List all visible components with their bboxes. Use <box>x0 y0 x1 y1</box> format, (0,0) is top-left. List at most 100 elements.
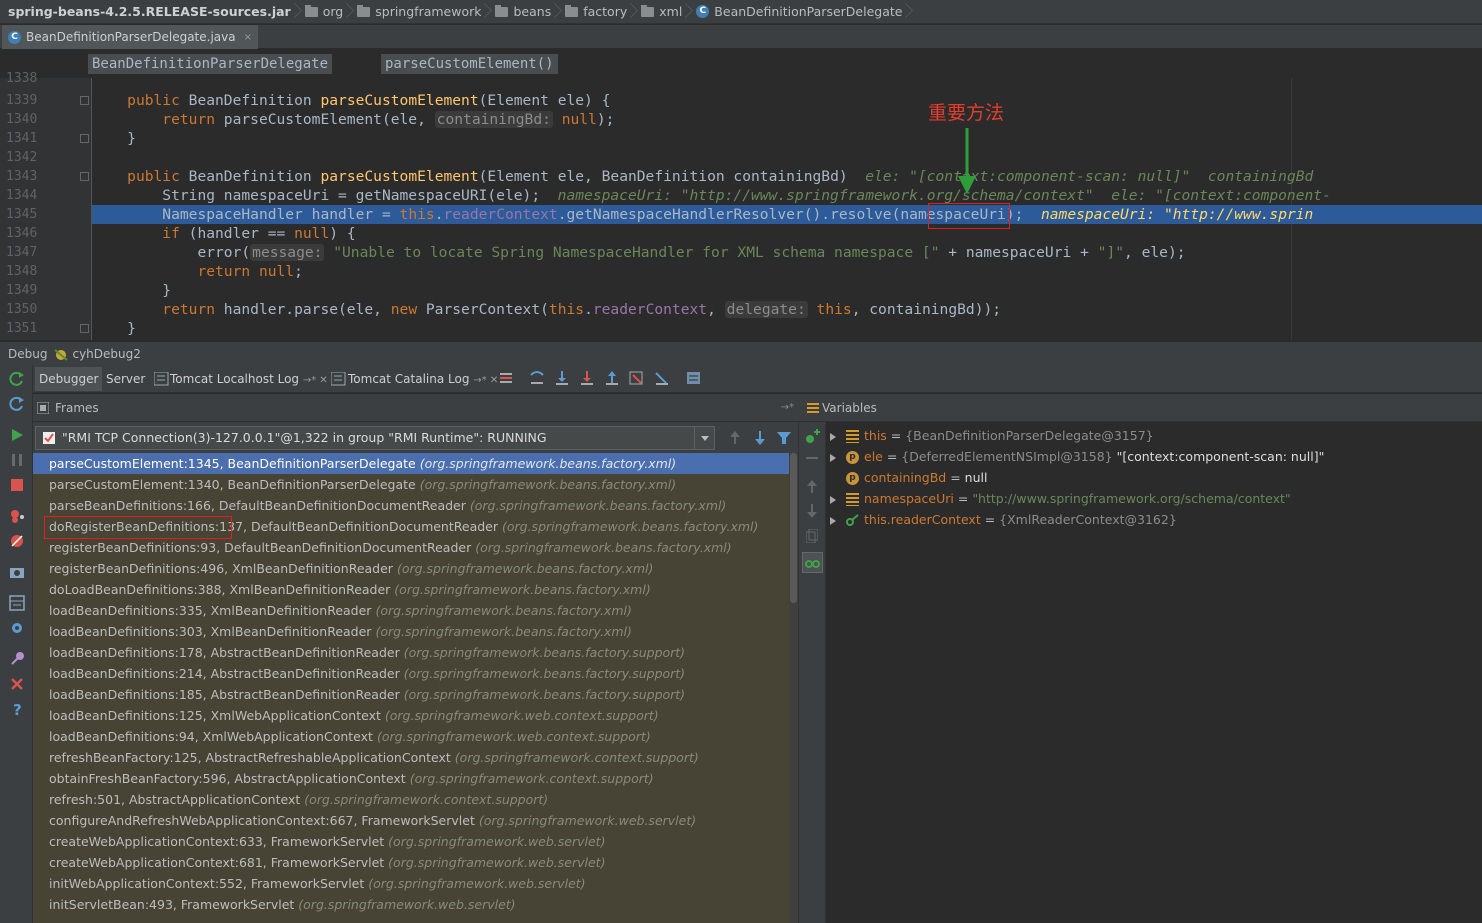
frames-scrollbar[interactable] <box>789 453 798 923</box>
chevron-down-icon[interactable] <box>694 427 714 449</box>
line-number: 1340 <box>6 112 38 127</box>
breadcrumb-org[interactable]: org <box>299 0 352 23</box>
breadcrumb-xml[interactable]: xml <box>635 0 690 23</box>
fold-icon[interactable] <box>80 96 89 105</box>
force-step-into-icon[interactable] <box>579 371 595 385</box>
evaluate-expression-icon[interactable] <box>686 371 702 385</box>
thread-selector[interactable]: "RMI TCP Connection(3)-127.0.0.1"@1,322 … <box>35 426 715 450</box>
resume-icon[interactable] <box>9 427 25 443</box>
arrow-down-icon[interactable] <box>753 431 767 445</box>
tab-tomcat-localhost-log[interactable]: Tomcat Localhost Log →* ✕ <box>150 367 332 391</box>
frames-header: Frames →* <box>33 394 798 422</box>
frame-row[interactable]: refreshBeanFactory:125, AbstractRefresha… <box>33 747 789 768</box>
help-icon[interactable]: ? <box>9 701 25 717</box>
filter-icon[interactable] <box>777 431 791 445</box>
expand-icon[interactable] <box>830 432 836 441</box>
folder-icon <box>357 4 371 17</box>
stop-icon[interactable] <box>9 477 25 493</box>
fold-icon[interactable] <box>80 134 89 143</box>
code-area[interactable]: public BeanDefinition parseCustomElement… <box>92 78 1482 340</box>
variable-row[interactable]: this = {BeanDefinitionParserDelegate@315… <box>826 425 1154 446</box>
drop-frame-icon[interactable] <box>629 371 645 385</box>
remove-watch-icon[interactable] <box>806 456 818 460</box>
pause-icon[interactable] <box>9 452 25 468</box>
frame-row[interactable]: loadBeanDefinitions:125, XmlWebApplicati… <box>33 705 789 726</box>
step-into-icon[interactable] <box>554 371 570 385</box>
class-icon: C <box>696 5 710 18</box>
thread-suspended-icon <box>43 432 55 444</box>
frame-row[interactable]: refresh:501, AbstractApplicationContext … <box>33 789 789 810</box>
frame-row[interactable]: registerBeanDefinitions:93, DefaultBeanD… <box>33 537 789 558</box>
frame-row[interactable]: parseCustomElement:1340, BeanDefinitionP… <box>33 474 789 495</box>
log-icon <box>331 372 346 386</box>
tab-debugger[interactable]: Debugger <box>35 367 103 391</box>
frame-row[interactable]: loadBeanDefinitions:214, AbstractBeanDef… <box>33 663 789 684</box>
frame-row[interactable]: initWebApplicationContext:552, Framework… <box>33 873 789 894</box>
hide-icon[interactable]: →* <box>781 394 794 422</box>
arrow-down-icon[interactable] <box>806 504 818 518</box>
variable-row[interactable]: this.readerContext = {XmlReaderContext@3… <box>826 509 1177 530</box>
editor-breadcrumb: BeanDefinitionParserDelegate parseCustom… <box>0 50 1482 78</box>
arrow-up-icon[interactable] <box>728 431 742 445</box>
arrow-up-icon[interactable] <box>806 480 818 494</box>
variable-row[interactable]: p containingBd = null <box>826 467 987 488</box>
code-editor[interactable]: BeanDefinitionParserDelegate parseCustom… <box>0 50 1482 340</box>
frame-row[interactable]: loadBeanDefinitions:335, XmlBeanDefiniti… <box>33 600 789 621</box>
frame-row[interactable]: loadBeanDefinitions:303, XmlBeanDefiniti… <box>33 621 789 642</box>
tab-server[interactable]: Server <box>102 367 149 391</box>
folder-icon <box>565 4 579 17</box>
rerun-icon[interactable] <box>9 371 25 387</box>
mute-breakpoints-icon[interactable] <box>9 533 25 549</box>
close-icon[interactable] <box>9 676 25 692</box>
close-icon[interactable]: × <box>244 32 252 43</box>
scrollbar-thumb[interactable] <box>790 453 797 603</box>
frame-row[interactable]: loadBeanDefinitions:94, XmlWebApplicatio… <box>33 726 789 747</box>
field-icon <box>846 493 859 506</box>
variable-row[interactable]: namespaceUri = "http://www.springframewo… <box>826 488 1291 509</box>
step-over-icon[interactable] <box>529 371 545 385</box>
expand-icon[interactable] <box>830 495 836 504</box>
frame-row[interactable]: createWebApplicationContext:681, Framewo… <box>33 852 789 873</box>
frame-row[interactable]: parseBeanDefinitions:166, DefaultBeanDef… <box>33 495 789 516</box>
frame-row[interactable]: doLoadBeanDefinitions:388, XmlBeanDefini… <box>33 579 789 600</box>
code-line-1344: String namespaceUri = getNamespaceURI(el… <box>162 187 1331 204</box>
frame-row[interactable]: registerBeanDefinitions:496, XmlBeanDefi… <box>33 558 789 579</box>
variable-row[interactable]: p ele = {DeferredElementNSImpl@3158} "[co… <box>826 446 1324 467</box>
breadcrumb-springframework[interactable]: springframework <box>351 0 489 23</box>
add-watch-icon[interactable] <box>804 429 820 445</box>
frame-row[interactable]: loadBeanDefinitions:178, AbstractBeanDef… <box>33 642 789 663</box>
refresh-icon[interactable] <box>9 396 25 412</box>
expand-icon[interactable] <box>830 453 836 462</box>
frame-row[interactable]: initServletBean:493, FrameworkServlet (o… <box>33 894 789 915</box>
tab-file[interactable]: C BeanDefinitionParserDelegate.java × <box>2 25 258 49</box>
breadcrumb-beans[interactable]: beans <box>489 0 559 23</box>
breadcrumb-jar[interactable]: spring-beans-4.2.5.RELEASE-sources.jar <box>0 0 299 23</box>
copy-icon[interactable] <box>806 529 818 543</box>
view-breakpoints-icon[interactable] <box>9 508 25 524</box>
breadcrumb-factory[interactable]: factory <box>559 0 635 23</box>
line-number: 1341 <box>6 131 38 146</box>
frame-row[interactable]: createWebApplicationContext:633, Framewo… <box>33 831 789 852</box>
frame-row[interactable]: configureAndRefreshWebApplicationContext… <box>33 810 789 831</box>
step-out-icon[interactable] <box>604 371 620 385</box>
settings-icon[interactable] <box>9 620 25 636</box>
line-number: 1344 <box>6 188 38 203</box>
expand-icon[interactable] <box>830 516 836 525</box>
watches-toggle[interactable] <box>802 552 823 573</box>
variables-header: Variables <box>798 394 1482 422</box>
fold-icon[interactable] <box>80 324 89 333</box>
method-chip[interactable]: parseCustomElement() <box>381 54 558 74</box>
fold-icon[interactable] <box>80 172 89 181</box>
frame-row[interactable]: loadBeanDefinitions:185, AbstractBeanDef… <box>33 684 789 705</box>
layout-icon[interactable] <box>9 595 25 611</box>
class-chip[interactable]: BeanDefinitionParserDelegate <box>88 54 333 74</box>
tab-tomcat-catalina-log[interactable]: Tomcat Catalina Log →* ✕ <box>326 367 502 391</box>
line-number: 1343 <box>6 169 38 184</box>
camera-icon[interactable] <box>9 564 25 580</box>
breadcrumb-class[interactable]: C BeanDefinitionParserDelegate <box>690 0 910 23</box>
frame-row[interactable]: obtainFreshBeanFactory:596, AbstractAppl… <box>33 768 789 789</box>
show-execution-point-icon[interactable] <box>498 371 514 385</box>
frame-row[interactable]: parseCustomElement:1345, BeanDefinitionP… <box>33 453 789 474</box>
run-to-cursor-icon[interactable] <box>654 371 670 385</box>
pin-icon[interactable] <box>9 651 25 667</box>
